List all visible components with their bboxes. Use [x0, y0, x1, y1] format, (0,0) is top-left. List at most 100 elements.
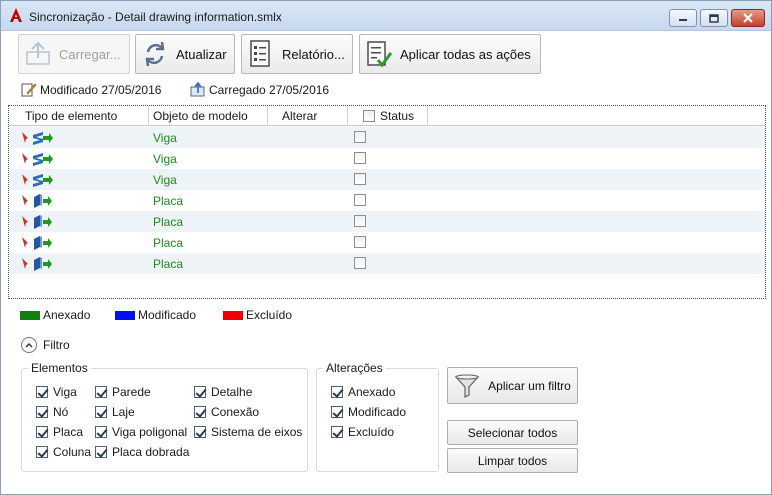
filter-detail-checkbox[interactable]: Detalhe	[194, 385, 252, 399]
apply-all-actions-button[interactable]: Aplicar todas as ações	[359, 34, 541, 74]
filter-deleted-checkbox[interactable]: Excluído	[331, 425, 394, 439]
column-header-status[interactable]: Status	[348, 106, 428, 126]
close-button[interactable]	[731, 9, 765, 27]
filter-folded-plate-checkbox[interactable]: Placa dobrada	[95, 445, 189, 459]
minimize-icon	[679, 19, 687, 21]
report-button[interactable]: Relatório...	[241, 34, 353, 74]
apply-all-label: Aplicar todas as ações	[400, 46, 531, 62]
legend-deleted: Excluído	[223, 308, 292, 322]
attached-swatch	[20, 310, 40, 320]
filter-modified-checkbox[interactable]: Modificado	[331, 405, 406, 419]
changes-group: Alterações Anexado Modificado Excluído	[316, 361, 439, 472]
column-header-element-type[interactable]: Tipo de elemento	[9, 106, 149, 126]
table-row[interactable]: Placa	[9, 232, 765, 253]
plate-check[interactable]	[36, 426, 48, 438]
filter-connection-label: Conexão	[211, 405, 260, 419]
connection-check[interactable]	[194, 406, 206, 418]
modified-swatch	[115, 310, 135, 320]
filter-polybeam-checkbox[interactable]: Viga poligonal	[95, 425, 187, 439]
plate-icon	[21, 214, 53, 229]
filter-toggle[interactable]: Filtro	[21, 337, 70, 353]
status-checkbox[interactable]	[354, 152, 366, 164]
collapse-icon	[21, 337, 37, 353]
beam-check[interactable]	[36, 386, 48, 398]
wall-check[interactable]	[95, 386, 107, 398]
table-row[interactable]: Placa	[9, 190, 765, 211]
loaded-info: Carregado 27/05/2016	[190, 82, 329, 97]
filter-slab-label: Laje	[112, 405, 135, 419]
plate-icon	[21, 235, 53, 250]
table-row[interactable]: Placa	[9, 211, 765, 232]
filter-column-label: Coluna	[53, 445, 92, 459]
filter-connection-checkbox[interactable]: Conexão	[194, 405, 259, 419]
modified-info: Modificado 27/05/2016	[21, 82, 161, 97]
plate-icon	[21, 193, 53, 208]
window-title: Sincronização - Detail drawing informati…	[29, 10, 282, 24]
table-row[interactable]: Viga	[9, 148, 765, 169]
close-icon	[743, 13, 753, 23]
column-header-model-object[interactable]: Objeto de modelo	[149, 106, 268, 126]
load-button[interactable]: Carregar...	[18, 34, 130, 74]
filter-node-checkbox[interactable]: Nó	[36, 405, 68, 419]
beam-icon	[21, 130, 53, 145]
attached-check[interactable]	[331, 386, 343, 398]
table-row[interactable]: Placa	[9, 253, 765, 274]
legend-modified-label: Modificado	[138, 308, 197, 322]
select-all-button[interactable]: Selecionar todos	[447, 420, 578, 445]
plate-icon	[21, 256, 53, 271]
filter-slab-checkbox[interactable]: Laje	[95, 405, 135, 419]
status-checkbox[interactable]	[354, 257, 366, 269]
status-cell	[354, 257, 366, 272]
model-object-cell: Placa	[153, 236, 184, 250]
status-cell	[354, 173, 366, 188]
filter-grid-system-checkbox[interactable]: Sistema de eixos	[194, 425, 302, 439]
clear-all-button[interactable]: Limpar todos	[447, 448, 578, 473]
funnel-icon	[454, 373, 480, 398]
polybeam-check[interactable]	[95, 426, 107, 438]
legend-deleted-label: Excluído	[246, 308, 293, 322]
title-bar[interactable]: Sincronização - Detail drawing informati…	[1, 1, 771, 31]
status-checkbox[interactable]	[354, 194, 366, 206]
report-icon	[250, 40, 270, 67]
load-status-icon	[190, 82, 205, 97]
column-header-change[interactable]: Alterar	[268, 106, 348, 126]
filter-wall-checkbox[interactable]: Parede	[95, 385, 151, 399]
changes-group-title: Alterações	[323, 361, 386, 375]
column-check[interactable]	[36, 446, 48, 458]
filter-modified-label: Modificado	[348, 405, 407, 419]
sync-grid[interactable]: Tipo de elemento Objeto de modelo Altera…	[8, 105, 766, 299]
grid-system-check[interactable]	[194, 426, 206, 438]
status-checkbox[interactable]	[354, 131, 366, 143]
table-row[interactable]: Viga	[9, 127, 765, 148]
filter-deleted-label: Excluído	[348, 425, 395, 439]
filter-plate-checkbox[interactable]: Placa	[36, 425, 83, 439]
status-checkbox[interactable]	[354, 173, 366, 185]
maximize-button[interactable]	[700, 9, 728, 27]
status-checkbox[interactable]	[354, 236, 366, 248]
app-logo-icon	[10, 8, 22, 22]
filter-label: Filtro	[43, 338, 70, 352]
filter-beam-checkbox[interactable]: Viga	[36, 385, 77, 399]
filter-attached-checkbox[interactable]: Anexado	[331, 385, 395, 399]
deleted-check[interactable]	[331, 426, 343, 438]
status-select-all-checkbox[interactable]	[363, 110, 375, 122]
status-checkbox[interactable]	[354, 215, 366, 227]
minimize-button[interactable]	[669, 9, 697, 27]
load-label: Carregar...	[59, 46, 121, 62]
filter-folded-plate-label: Placa dobrada	[112, 445, 190, 459]
apply-filter-button[interactable]: Aplicar um filtro	[447, 367, 578, 404]
detail-check[interactable]	[194, 386, 206, 398]
clear-all-label: Limpar todos	[477, 453, 548, 468]
elements-group: Elementos Viga Nó Placa Coluna Parede La…	[21, 361, 308, 472]
filter-column-checkbox[interactable]: Coluna	[36, 445, 91, 459]
modified-check[interactable]	[331, 406, 343, 418]
checklist-icon	[367, 41, 393, 68]
slab-check[interactable]	[95, 406, 107, 418]
node-check[interactable]	[36, 406, 48, 418]
model-object-cell: Viga	[153, 173, 177, 187]
table-row[interactable]: Viga	[9, 169, 765, 190]
refresh-button[interactable]: Atualizar	[135, 34, 235, 74]
folded-plate-check[interactable]	[95, 446, 107, 458]
legend-attached: Anexado	[20, 308, 90, 322]
status-cell	[354, 236, 366, 251]
